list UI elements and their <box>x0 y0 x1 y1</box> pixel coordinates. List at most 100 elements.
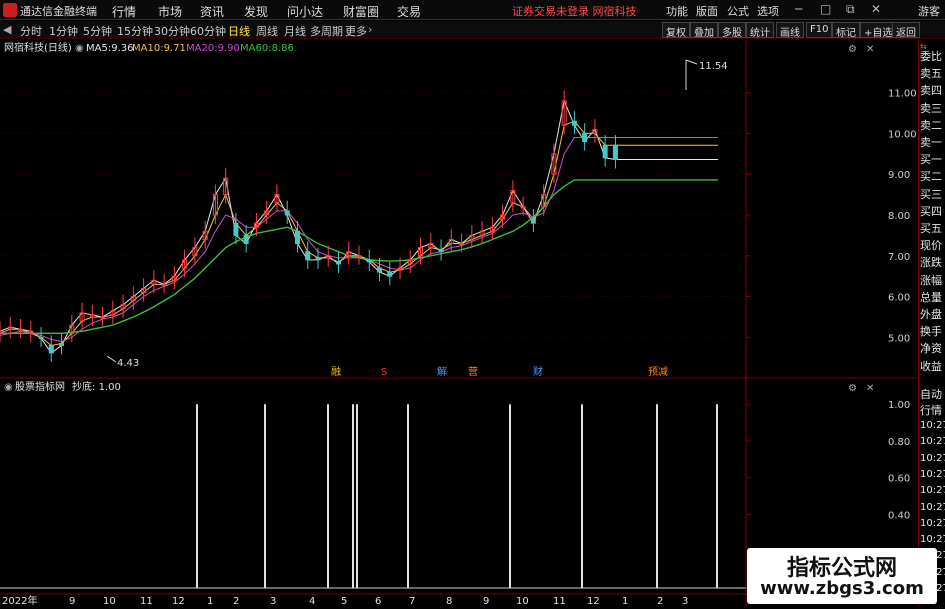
event-tags: 融 S 解 营 财 预减 <box>331 365 668 378</box>
overlay-button[interactable]: 叠加 <box>690 22 718 39</box>
menu-wealth-circle[interactable]: 财富圈 <box>343 3 379 20</box>
menu-functions[interactable]: 功能 <box>666 3 688 19</box>
ma-line-ma20[interactable] <box>0 137 718 342</box>
event-tag-unlock[interactable]: 解 <box>437 365 447 378</box>
candle-body[interactable] <box>612 144 618 161</box>
draw-line-button[interactable]: 画线 <box>776 22 804 39</box>
x-label: 10 <box>516 596 529 606</box>
legend-ma5: MA5:9.36 <box>86 43 133 54</box>
x-label: 3 <box>682 596 688 606</box>
f10-button[interactable]: F10 <box>806 22 833 38</box>
kline-chart[interactable]: 网宿科技(日线) ◉ MA5:9.36 MA10:9.71 MA20:9.90 … <box>0 40 918 607</box>
side-field-label: 卖四 <box>920 84 942 98</box>
period-tab-15min[interactable]: 15分钟 <box>117 23 153 39</box>
scroll-left-icon[interactable]: ◀ <box>3 23 11 36</box>
ma-line-ma5[interactable] <box>0 99 718 354</box>
candle-body[interactable] <box>233 222 239 236</box>
side-auto-tab[interactable]: 自动 <box>920 386 942 402</box>
period-tab-30min[interactable]: 30分钟 <box>154 23 190 39</box>
candle-body[interactable] <box>284 210 290 216</box>
ma-line-ma10[interactable] <box>0 120 718 347</box>
menu-options[interactable]: 选项 <box>757 3 779 19</box>
period-tab-intraday[interactable]: 分时 <box>20 23 42 39</box>
candle-body[interactable] <box>459 243 465 246</box>
candle-body[interactable] <box>243 234 249 245</box>
candle-body[interactable] <box>38 336 44 339</box>
menu-assistant[interactable]: 问小达 <box>287 3 323 20</box>
maximize-icon[interactable]: □ <box>820 2 831 16</box>
menu-market[interactable]: 市场 <box>158 3 182 20</box>
event-tag-s[interactable]: S <box>381 367 387 378</box>
period-tab-more[interactable]: 更多 <box>345 23 367 39</box>
indicator-title: 股票指标网 <box>15 380 65 393</box>
candle-body[interactable] <box>356 255 362 258</box>
candle-body[interactable] <box>366 259 372 263</box>
side-field-label: 卖二 <box>920 118 942 132</box>
restore-icon[interactable]: ⧉ <box>846 2 855 17</box>
back-button[interactable]: 返回 <box>892 22 920 39</box>
side-quote-tab[interactable]: 行情 <box>920 402 942 418</box>
indicator-settings-icon[interactable]: ⚙ <box>848 383 857 394</box>
candle-body[interactable] <box>582 132 588 143</box>
candle-body[interactable] <box>335 261 341 265</box>
event-tag-forecast[interactable]: 预减 <box>648 366 668 378</box>
close-icon[interactable]: ✕ <box>871 2 881 16</box>
candle-body[interactable] <box>18 328 24 331</box>
chart-area[interactable]: 网宿科技(日线) ◉ MA5:9.36 MA10:9.71 MA20:9.90 … <box>0 40 918 607</box>
menu-discover[interactable]: 发现 <box>244 3 268 20</box>
event-tag-margin[interactable]: 融 <box>331 366 341 378</box>
period-tab-weekly[interactable]: 周线 <box>256 23 278 39</box>
x-label: 8 <box>446 596 452 606</box>
side-time-label: 10:27 <box>920 485 945 497</box>
period-tab-5min[interactable]: 5分钟 <box>83 23 112 39</box>
candle-body[interactable] <box>305 251 311 261</box>
minimize-icon[interactable]: ─ <box>795 2 802 16</box>
user-label[interactable]: 游客 <box>918 3 940 19</box>
candle-body[interactable] <box>387 271 393 277</box>
side-time-label: 10:27 <box>920 436 945 448</box>
event-tag-business[interactable]: 营 <box>468 365 478 378</box>
indicator-toggle-icon[interactable]: ◉ <box>4 382 13 393</box>
side-field-label: 买一 <box>920 153 942 167</box>
candle-body[interactable] <box>294 230 300 245</box>
y-tick-label: 6.00 <box>888 293 910 304</box>
restore-rights-button[interactable]: 复权 <box>662 22 690 39</box>
login-warning[interactable]: 证券交易未登录 网宿科技 <box>512 3 637 19</box>
statistics-button[interactable]: 统计 <box>746 22 774 39</box>
indicator-y-tick-label: 0.40 <box>888 510 910 521</box>
mark-button[interactable]: 标记 <box>832 22 860 39</box>
menu-news[interactable]: 资讯 <box>200 3 224 20</box>
candle-body[interactable] <box>571 120 577 126</box>
period-tab-multi[interactable]: 多周期 <box>310 23 343 39</box>
period-tab-1min[interactable]: 1分钟 <box>49 23 78 39</box>
candle-body[interactable] <box>48 345 54 354</box>
multi-stock-button[interactable]: 多股 <box>718 22 746 39</box>
y-tick-label: 11.00 <box>888 89 917 100</box>
period-tab-monthly[interactable]: 月线 <box>284 23 306 39</box>
add-watchlist-button[interactable]: +自选 <box>860 22 897 39</box>
panel-close-icon[interactable]: ✕ <box>866 44 874 55</box>
menu-formula[interactable]: 公式 <box>727 3 749 19</box>
candle-body[interactable] <box>161 283 167 286</box>
x-label: 10 <box>103 596 116 606</box>
candle-body[interactable] <box>100 316 106 319</box>
candle-body[interactable] <box>530 218 536 224</box>
indicator-close-icon[interactable]: ✕ <box>866 383 874 394</box>
candle-body[interactable] <box>315 257 321 261</box>
candle-body[interactable] <box>602 144 608 159</box>
candle-body[interactable] <box>59 342 65 347</box>
x-label: 9 <box>69 596 75 606</box>
candle-body[interactable] <box>377 267 383 273</box>
y-tick-label: 5.00 <box>888 333 910 344</box>
period-tab-60min[interactable]: 60分钟 <box>190 23 226 39</box>
menu-trade[interactable]: 交易 <box>397 3 421 20</box>
candle-body[interactable] <box>520 206 526 209</box>
candle-body[interactable] <box>438 249 444 253</box>
period-tab-daily[interactable]: 日线 <box>228 23 250 39</box>
menu-quotes[interactable]: 行情 <box>112 3 136 20</box>
settings-gear-icon[interactable]: ⚙ <box>848 44 857 55</box>
legend-toggle-icon[interactable]: ◉ <box>75 43 84 54</box>
menu-layout[interactable]: 版面 <box>696 3 718 19</box>
chevron-right-icon[interactable]: › <box>368 23 372 36</box>
event-tag-financial[interactable]: 财 <box>533 365 543 378</box>
